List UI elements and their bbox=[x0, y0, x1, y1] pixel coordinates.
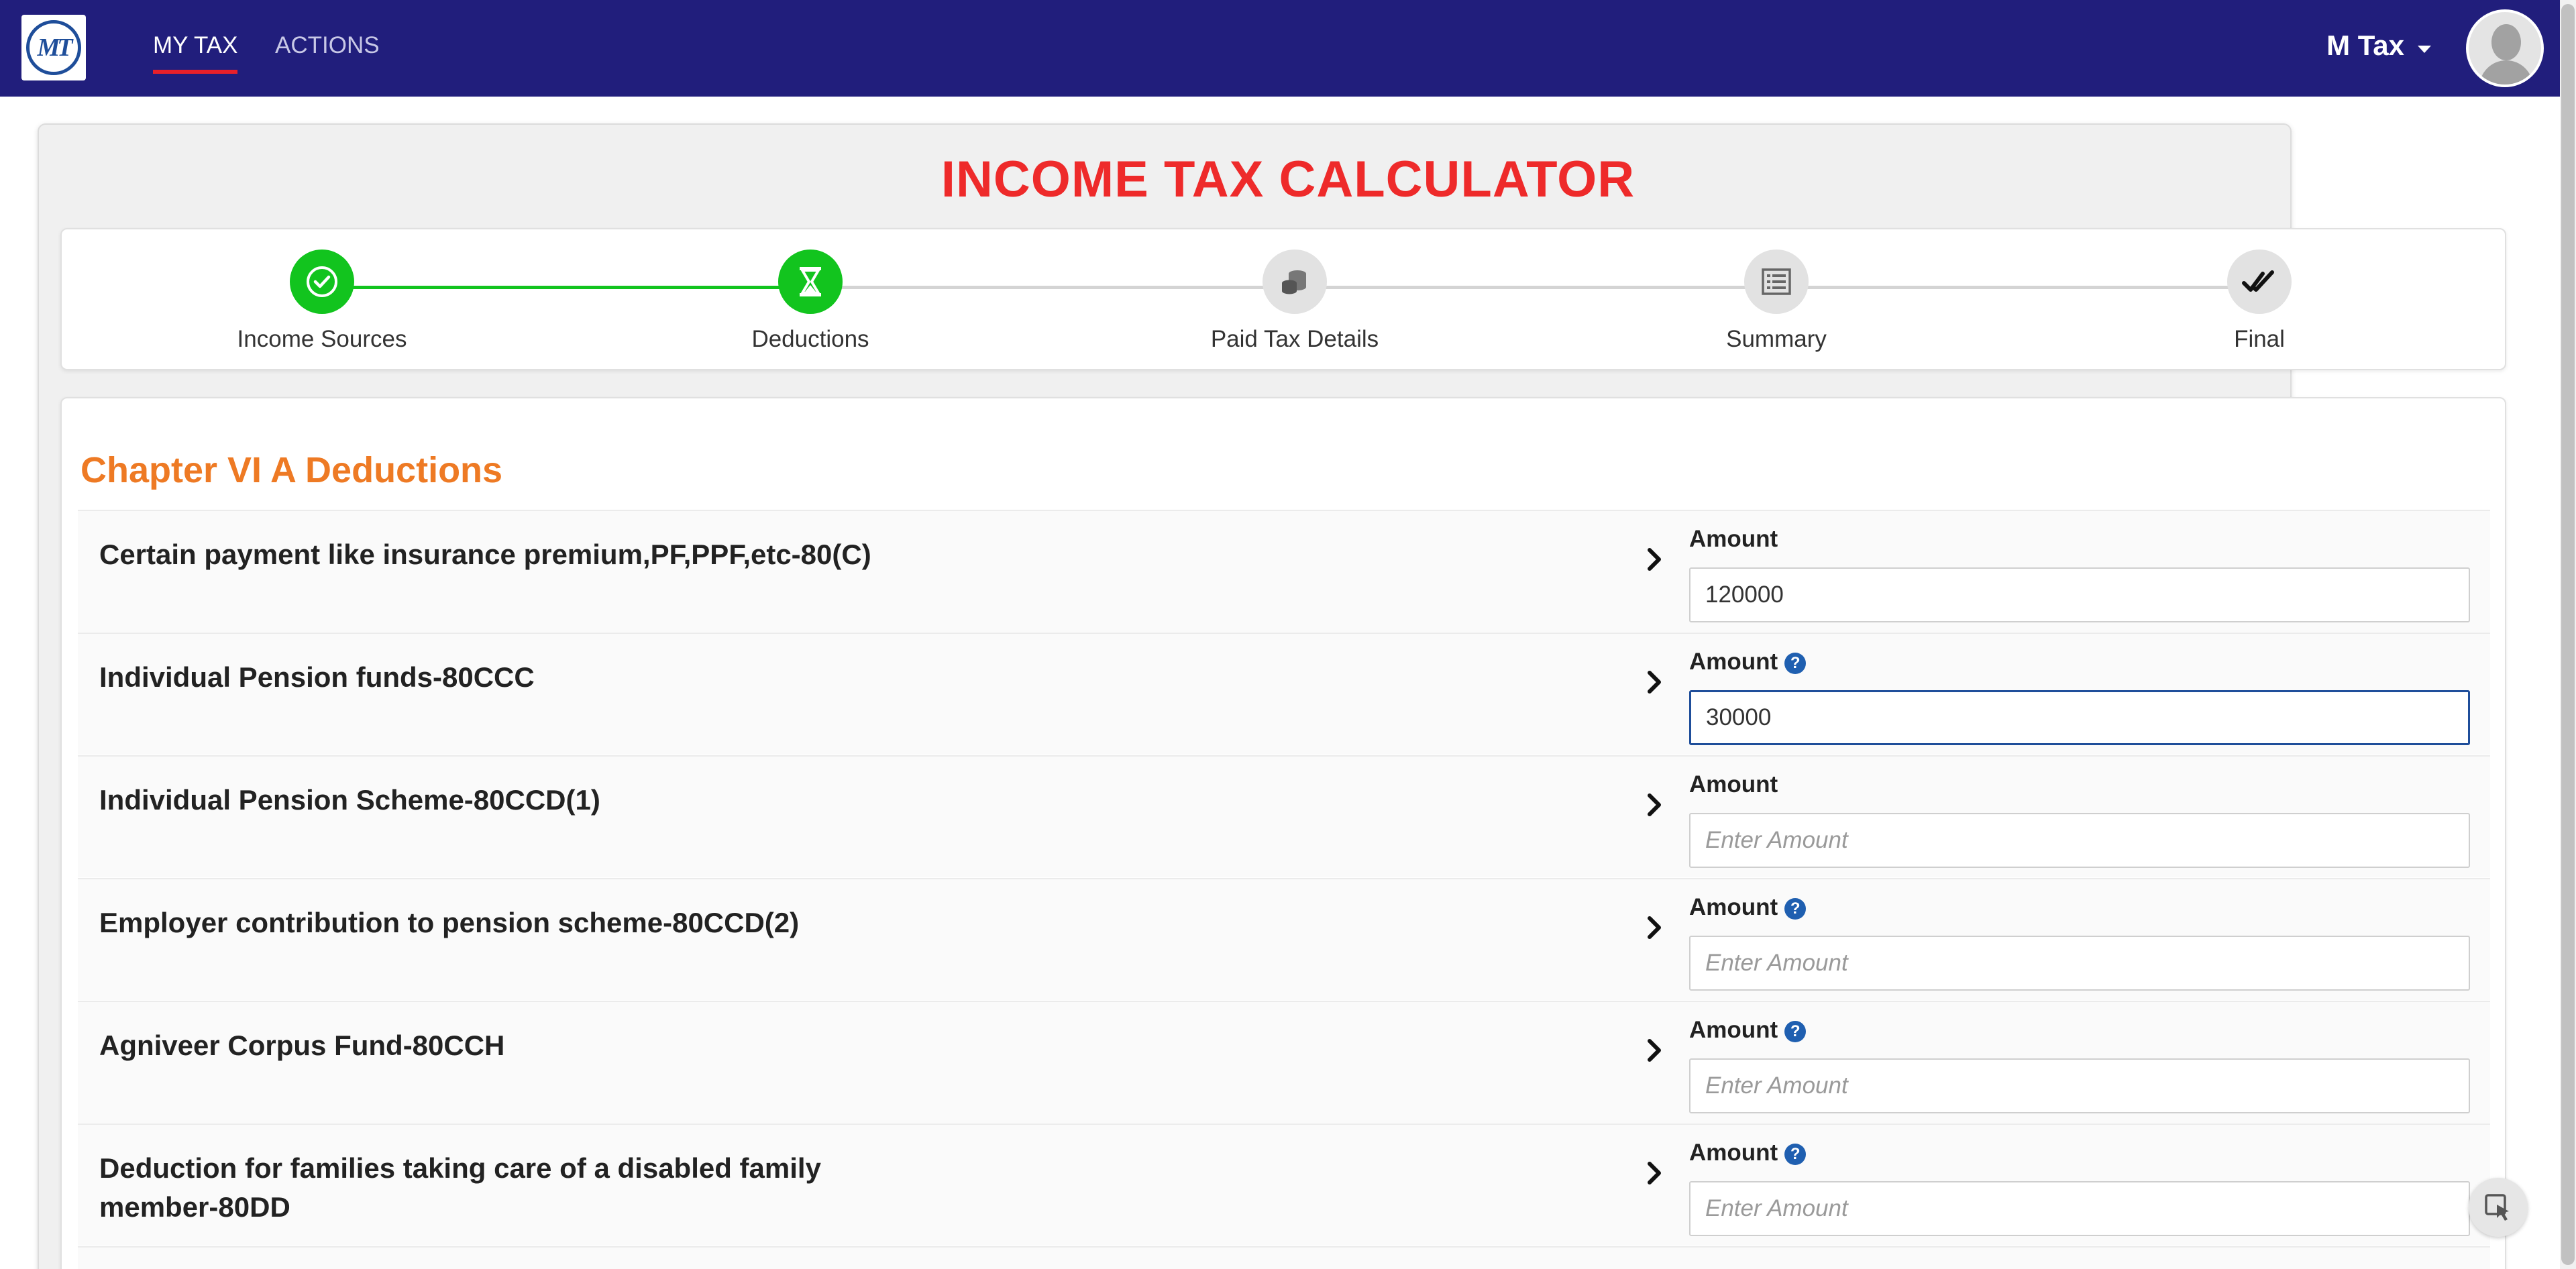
nav-actions[interactable]: ACTIONS bbox=[275, 32, 380, 59]
chevron-right-icon[interactable] bbox=[1641, 546, 1668, 573]
progress-stepper: Income Sources Deductions Paid Tax Detai… bbox=[60, 228, 2506, 370]
amount-input-80ccd1[interactable] bbox=[1689, 813, 2470, 868]
list-icon bbox=[1744, 250, 1809, 314]
amount-input-80ccd2[interactable] bbox=[1689, 936, 2470, 991]
step-label: Summary bbox=[1726, 326, 1827, 352]
step-label: Deductions bbox=[751, 326, 869, 352]
chevron-right-icon[interactable] bbox=[1641, 914, 1668, 941]
deduction-label: Certain payment like insurance premium,P… bbox=[99, 539, 871, 570]
step-label: Income Sources bbox=[237, 326, 407, 352]
help-icon[interactable]: ? bbox=[1784, 653, 1807, 674]
step-label: Final bbox=[2234, 326, 2285, 352]
amount-input-80ccc[interactable] bbox=[1689, 690, 2470, 745]
amount-label: Amount bbox=[1689, 526, 1778, 552]
deduction-label: Individual Pension Scheme-80CCD(1) bbox=[99, 784, 600, 816]
page-title: INCOME TAX CALCULATOR bbox=[941, 151, 1635, 208]
deduction-row-80c: Certain payment like insurance premium,P… bbox=[78, 510, 2490, 632]
deduction-row-80ccd2: Employer contribution to pension scheme-… bbox=[78, 878, 2490, 1000]
step-final[interactable]: Final bbox=[2125, 250, 2394, 353]
help-icon[interactable]: ? bbox=[1784, 1021, 1807, 1042]
nav-my-tax[interactable]: MY TAX bbox=[153, 32, 238, 74]
step-label: Paid Tax Details bbox=[1210, 326, 1379, 352]
amount-input-80cch[interactable] bbox=[1689, 1058, 2470, 1113]
chevron-right-icon[interactable] bbox=[1641, 791, 1668, 818]
step-paid-tax-details[interactable]: Paid Tax Details bbox=[1161, 250, 1429, 353]
deduction-row-80ccc: Individual Pension funds-80CCC Amount? bbox=[78, 632, 2490, 755]
check-circle-icon bbox=[290, 250, 354, 314]
avatar-head-shape bbox=[2491, 24, 2521, 60]
help-icon[interactable]: ? bbox=[1784, 1144, 1807, 1165]
hourglass-icon bbox=[778, 250, 843, 314]
amount-label: Amount? bbox=[1689, 894, 1807, 921]
logo-mark: MT bbox=[26, 20, 81, 75]
top-navbar: MT MY TAX ACTIONS M Tax bbox=[0, 0, 2576, 97]
amount-label: Amount? bbox=[1689, 1017, 1807, 1044]
chevron-right-icon[interactable] bbox=[1641, 669, 1668, 696]
step-income-sources[interactable]: Income Sources bbox=[188, 250, 456, 353]
avatar[interactable] bbox=[2466, 9, 2544, 87]
chevron-right-icon[interactable] bbox=[1641, 1160, 1668, 1187]
section-title: Chapter VI A Deductions bbox=[80, 450, 503, 490]
deduction-row-80ccd1: Individual Pension Scheme-80CCD(1) Amoun… bbox=[78, 755, 2490, 877]
floating-cursor-button[interactable] bbox=[2469, 1178, 2528, 1237]
step-deductions[interactable]: Deductions bbox=[676, 250, 945, 353]
deduction-row-next bbox=[78, 1246, 2490, 1269]
amount-label: Amount bbox=[1689, 771, 1778, 797]
deduction-row-80dd: Deduction for families taking care of a … bbox=[78, 1123, 2490, 1246]
help-icon[interactable]: ? bbox=[1784, 898, 1807, 920]
stepper-line-pending bbox=[810, 286, 2259, 289]
user-menu[interactable]: M Tax bbox=[2326, 30, 2404, 62]
chevron-right-icon[interactable] bbox=[1641, 1037, 1668, 1064]
amount-label: Amount? bbox=[1689, 1140, 1807, 1166]
avatar-body-shape bbox=[2479, 60, 2533, 85]
amount-label: Amount? bbox=[1689, 649, 1807, 675]
deduction-row-80cch: Agniveer Corpus Fund-80CCH Amount? bbox=[78, 1001, 2490, 1123]
step-summary[interactable]: Summary bbox=[1642, 250, 1911, 353]
deduction-label: Employer contribution to pension scheme-… bbox=[99, 907, 800, 938]
deduction-label: Deduction for families taking care of a … bbox=[99, 1152, 821, 1223]
app-logo[interactable]: MT bbox=[21, 15, 86, 80]
amount-input-80c[interactable] bbox=[1689, 567, 2470, 622]
deduction-label: Agniveer Corpus Fund-80CCH bbox=[99, 1030, 505, 1061]
double-check-icon bbox=[2227, 250, 2292, 314]
coins-icon bbox=[1263, 250, 1327, 314]
amount-input-80dd[interactable] bbox=[1689, 1181, 2470, 1236]
deduction-label: Individual Pension funds-80CCC bbox=[99, 661, 535, 693]
caret-down-icon[interactable] bbox=[2418, 46, 2431, 53]
select-cursor-icon bbox=[2485, 1194, 2509, 1221]
